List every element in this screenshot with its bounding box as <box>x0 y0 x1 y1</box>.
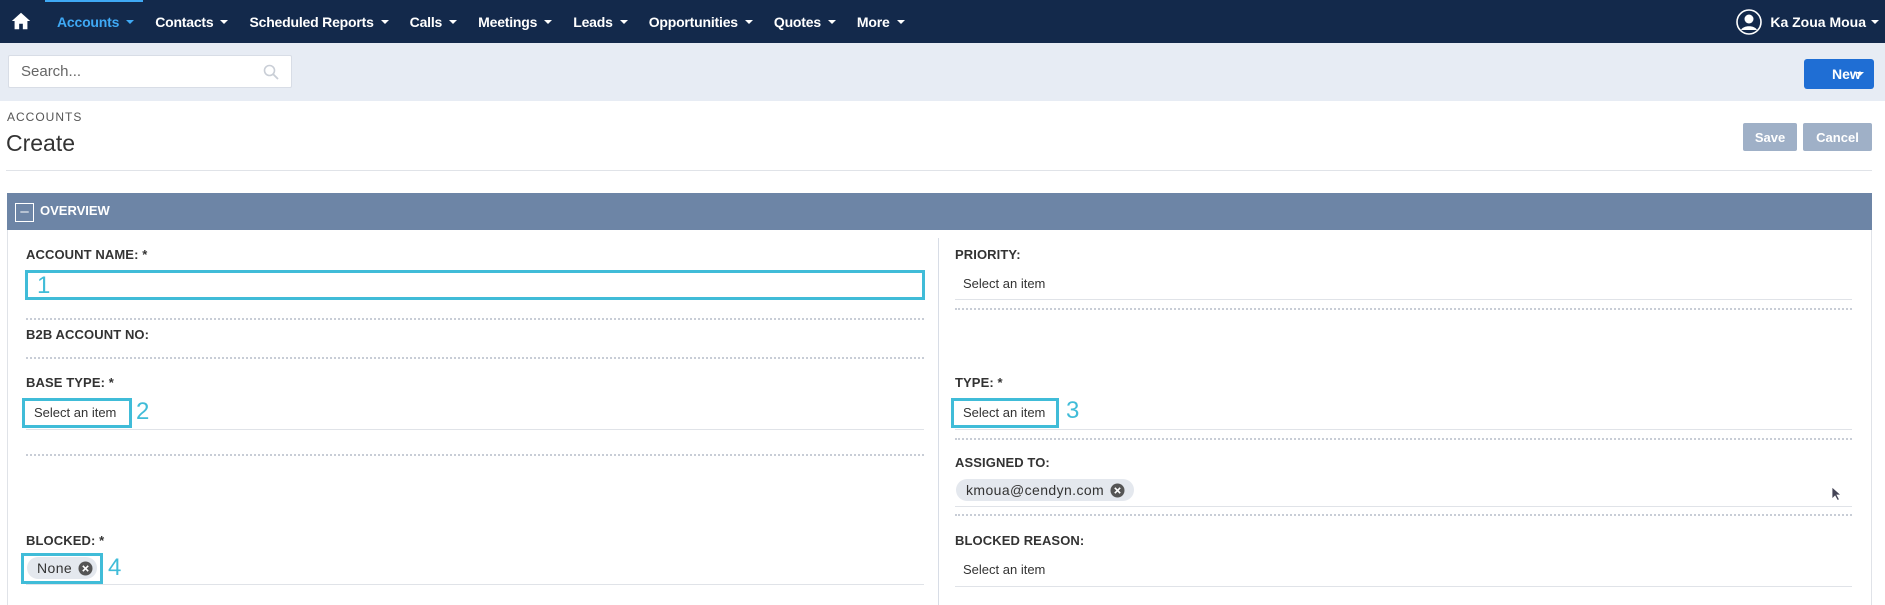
divider <box>26 584 924 585</box>
marker-2: 2 <box>136 398 150 425</box>
blocked-reason-select[interactable]: Select an item <box>963 562 1045 577</box>
type-value: Select an item <box>963 405 1046 420</box>
priority-select[interactable]: Select an item <box>963 276 1045 291</box>
assigned-user-pill[interactable]: kmoua@cendyn.com <box>956 479 1134 501</box>
divider <box>955 514 1852 516</box>
user-name: Ka Zoua Moua <box>1770 13 1866 30</box>
cancel-button[interactable]: Cancel <box>1803 123 1872 151</box>
nav-menu: Accounts Contacts Scheduled Reports Call… <box>45 0 914 43</box>
divider <box>26 429 924 430</box>
b2b-account-no-label: B2B ACCOUNT NO: <box>26 327 150 342</box>
base-type-value: Select an item <box>34 405 117 420</box>
divider <box>6 170 1872 171</box>
blocked-value-pill: None <box>27 557 97 579</box>
chevron-down-icon <box>220 19 229 24</box>
chevron-down-icon <box>1856 72 1864 76</box>
search-icon[interactable] <box>263 64 279 80</box>
nav-item-scheduled-reports[interactable]: Scheduled Reports <box>237 0 397 43</box>
marker-1: 1 <box>37 272 51 299</box>
home-icon[interactable] <box>10 10 32 32</box>
blocked-label: BLOCKED: * <box>26 533 105 548</box>
remove-icon[interactable] <box>1110 483 1125 498</box>
divider <box>26 318 924 320</box>
top-navigation: Accounts Contacts Scheduled Reports Call… <box>0 0 1885 43</box>
user-avatar-icon <box>1736 8 1763 35</box>
nav-item-leads[interactable]: Leads <box>561 0 636 43</box>
search-toolbar: New <box>0 43 1885 101</box>
nav-item-opportunities[interactable]: Opportunities <box>637 0 762 43</box>
account-name-label: ACCOUNT NAME: * <box>26 247 148 262</box>
nav-item-calls[interactable]: Calls <box>398 0 466 43</box>
chevron-down-icon <box>449 19 458 24</box>
marker-3: 3 <box>1066 397 1080 424</box>
column-divider <box>938 238 939 605</box>
overview-panel-header[interactable]: – OVERVIEW <box>7 193 1872 230</box>
page-title: Create <box>6 130 76 156</box>
panel-title: OVERVIEW <box>40 203 110 218</box>
nav-item-accounts[interactable]: Accounts <box>45 0 144 43</box>
save-button[interactable]: Save <box>1743 123 1797 151</box>
priority-label: PRIORITY: <box>955 247 1021 262</box>
marker-4: 4 <box>108 554 122 581</box>
divider <box>26 454 924 456</box>
assigned-to-label: ASSIGNED TO: <box>955 455 1050 470</box>
divider <box>955 308 1852 310</box>
divider <box>26 357 924 359</box>
user-menu[interactable]: Ka Zoua Moua <box>1736 0 1885 43</box>
chevron-down-icon <box>544 19 553 24</box>
divider <box>955 438 1852 440</box>
divider <box>955 506 1852 507</box>
nav-item-contacts[interactable]: Contacts <box>143 0 237 43</box>
mouse-cursor-icon <box>1831 486 1843 501</box>
chevron-down-icon <box>126 19 135 24</box>
new-button[interactable]: New <box>1804 59 1874 89</box>
nav-item-quotes[interactable]: Quotes <box>762 0 845 43</box>
account-name-input[interactable] <box>25 270 925 300</box>
chevron-down-icon <box>380 19 389 24</box>
breadcrumb[interactable]: ACCOUNTS <box>7 110 82 124</box>
chevron-down-icon <box>1871 19 1879 24</box>
chevron-down-icon <box>896 19 905 24</box>
chevron-down-icon <box>827 19 836 24</box>
collapse-icon[interactable]: – <box>15 203 34 222</box>
remove-icon[interactable] <box>78 561 93 576</box>
blocked-reason-label: BLOCKED REASON: <box>955 533 1085 548</box>
chevron-down-icon <box>619 19 628 24</box>
divider <box>955 299 1852 300</box>
type-label: TYPE: * <box>955 375 1003 390</box>
base-type-label: BASE TYPE: * <box>26 375 114 390</box>
divider <box>955 586 1852 587</box>
search-input[interactable] <box>9 56 249 87</box>
chevron-down-icon <box>744 19 753 24</box>
divider <box>955 429 1852 430</box>
search-box <box>8 55 292 88</box>
nav-item-more[interactable]: More <box>845 0 914 43</box>
nav-item-meetings[interactable]: Meetings <box>466 0 561 43</box>
